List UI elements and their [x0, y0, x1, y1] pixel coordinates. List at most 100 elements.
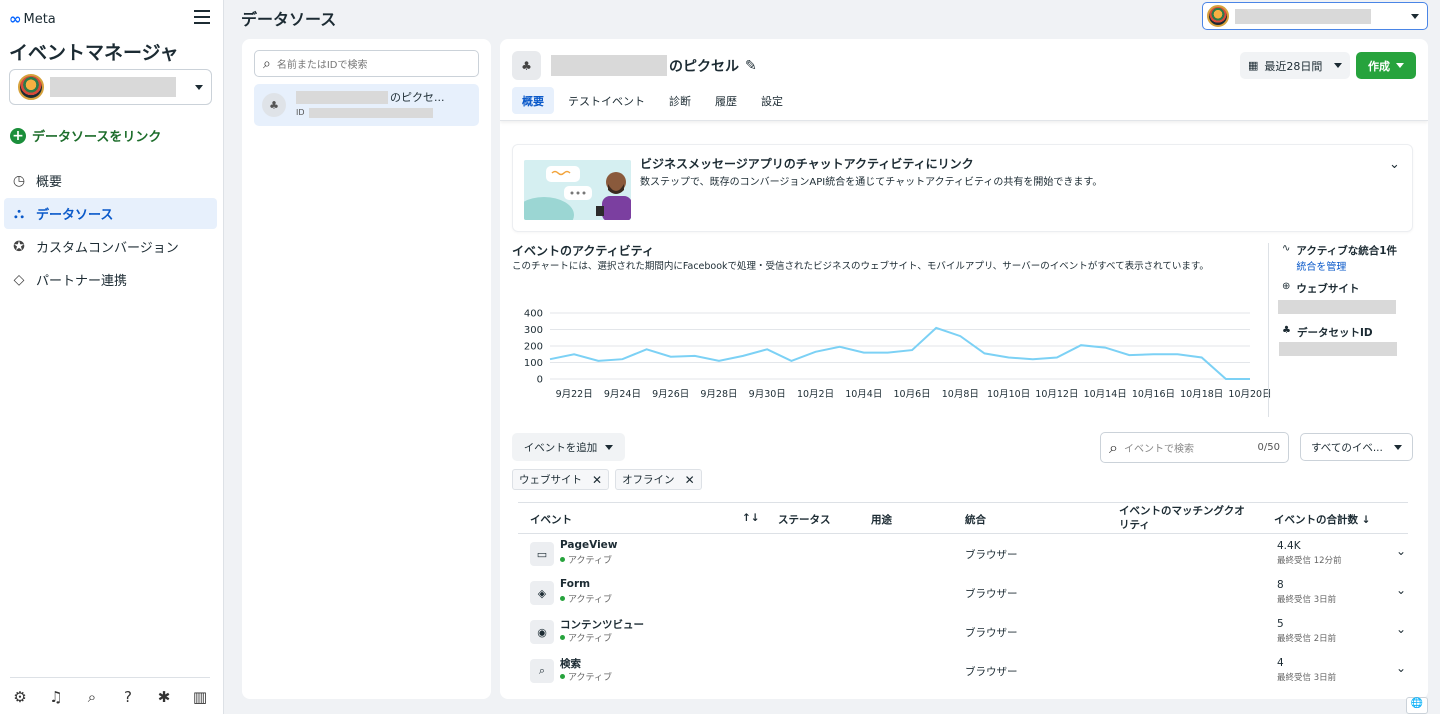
y-tick-label: 200	[524, 342, 543, 353]
event-last-received: 最終受信 12分前	[1277, 556, 1342, 566]
manage-integrations-link[interactable]: 統合を管理	[1296, 258, 1397, 273]
dataset-id-redacted	[1278, 342, 1397, 356]
event-status: アクティブ	[560, 670, 612, 683]
event-status-label: アクティブ	[568, 673, 613, 683]
close-icon[interactable]: ✕	[685, 473, 695, 487]
dataset-id-label: データセットID	[1296, 327, 1373, 339]
language-globe-icon[interactable]: 🌐	[1406, 697, 1428, 714]
tab-test-events[interactable]: テストイベント	[558, 87, 655, 114]
y-tick-label: 100	[524, 358, 543, 369]
tab-diagnostics[interactable]: 診断	[659, 87, 701, 114]
sidebar-item-label: パートナー連携	[36, 274, 128, 289]
events-table: イベント ↑↓ ステータス 用途 統合 イベントのマッチングクオリティ イベント…	[518, 502, 1408, 690]
app-title: イベントマネージャ	[9, 42, 179, 64]
y-tick-label: 300	[524, 325, 543, 336]
sidebar-item-partner[interactable]: ◇ パートナー連携	[4, 264, 217, 295]
event-status: アクティブ	[560, 631, 612, 644]
event-last-received: 最終受信 2日前	[1277, 634, 1337, 644]
sidebar-item-overview[interactable]: ◷ 概要	[4, 165, 217, 196]
tab-history[interactable]: 履歴	[705, 87, 747, 114]
pulse-icon: ∿	[1282, 243, 1291, 254]
sidebar-bottom-toolbar: ⚙ ♫ ⌕ ? ✱ ▥	[10, 677, 210, 706]
gear-icon[interactable]: ⚙	[10, 688, 30, 706]
all-events-dropdown[interactable]: すべてのイベ...	[1300, 433, 1413, 461]
close-icon[interactable]: ✕	[592, 473, 602, 487]
x-tick-label: 10月10日	[987, 389, 1030, 399]
promo-title: ビジネスメッセージアプリのチャットアクティビティにリンク	[640, 157, 974, 171]
table-row[interactable]: ▭ PageView アクティブ ブラウザー 4.4K 最終受信 12分前 ⌄	[518, 534, 1408, 573]
chevron-down-icon[interactable]: ⌄	[1396, 544, 1406, 558]
calendar-icon: ▦	[1248, 59, 1259, 72]
add-event-button[interactable]: イベントを追加	[512, 433, 625, 461]
col-total[interactable]: イベントの合計数 ↓	[1274, 512, 1370, 527]
col-integration[interactable]: 統合	[965, 512, 986, 527]
help-icon[interactable]: ?	[118, 688, 138, 706]
event-status: アクティブ	[560, 553, 612, 566]
list-item-pixel[interactable]: ♣ のピクセ... ID	[254, 84, 479, 126]
chevron-down-icon[interactable]: ⌄	[1396, 622, 1406, 636]
sidebar-item-datasource[interactable]: ⛬ データソース	[4, 198, 217, 229]
bell-icon[interactable]: ♫	[46, 688, 66, 706]
event-search-placeholder: イベントで検索	[1123, 444, 1194, 455]
sort-icon[interactable]: ↑↓	[742, 512, 760, 524]
x-tick-label: 10月16日	[1132, 389, 1175, 399]
pixel-icon: ♣	[262, 93, 286, 117]
create-button[interactable]: 作成	[1356, 52, 1416, 79]
sidebar-nav: ◷ 概要 ⛬ データソース ✪ カスタムコンバージョン ◇ パートナー連携	[4, 165, 217, 297]
x-tick-label: 9月22日	[556, 389, 593, 399]
add-event-label: イベントを追加	[523, 441, 598, 454]
account-selector[interactable]	[9, 69, 212, 105]
sidebar-item-custom-conversion[interactable]: ✪ カスタムコンバージョン	[4, 231, 217, 262]
event-name: PageView	[560, 539, 618, 551]
pixel-title-suffix: のピクセル	[669, 58, 739, 75]
chevron-down-icon[interactable]: ⌄	[1396, 661, 1406, 675]
meta-logo-text: Meta	[23, 11, 56, 27]
chevron-down-icon	[605, 444, 614, 450]
bug-icon[interactable]: ✱	[154, 688, 174, 706]
meta-logo[interactable]: ∞ Meta	[9, 10, 56, 28]
chevron-down-icon	[1411, 13, 1419, 19]
tab-settings[interactable]: 設定	[751, 87, 793, 114]
col-event[interactable]: イベント	[530, 512, 572, 527]
date-range-button[interactable]: ▦ 最近28日間	[1240, 52, 1350, 79]
event-name: Form	[560, 578, 591, 590]
event-integration: ブラウザー	[965, 549, 1018, 561]
event-status-label: アクティブ	[568, 634, 613, 644]
search-placeholder: 名前またはIDで検索	[276, 60, 368, 71]
event-total: 4.4K	[1277, 540, 1301, 552]
x-tick-label: 10月6日	[893, 389, 930, 399]
table-row[interactable]: ◈ Form アクティブ ブラウザー 8 最終受信 3日前 ⌄	[518, 573, 1408, 612]
chevron-down-icon[interactable]: ⌄	[1389, 157, 1400, 172]
account-avatar	[1207, 5, 1229, 27]
y-tick-label: 0	[537, 375, 543, 386]
account-name-redacted	[50, 77, 176, 97]
pixel-name-redacted	[296, 91, 388, 104]
x-tick-label: 10月12日	[1035, 389, 1078, 399]
search-icon: ⌕	[530, 659, 554, 683]
search-icon: ⌕	[1109, 437, 1118, 457]
top-account-selector[interactable]	[1202, 2, 1428, 30]
pencil-icon[interactable]: ✎	[745, 58, 757, 74]
event-name: 検索	[560, 658, 581, 670]
col-match-quality[interactable]: イベントのマッチングクオリティ	[1119, 504, 1249, 532]
event-search-input[interactable]: ⌕ イベントで検索 0/50	[1100, 432, 1289, 463]
table-row[interactable]: ◉ コンテンツビュー アクティブ ブラウザー 5 最終受信 2日前 ⌄	[518, 612, 1408, 651]
sidebar-item-label: データソース	[36, 208, 114, 223]
search-icon[interactable]: ⌕	[82, 688, 102, 706]
tab-bar: 概要 テストイベント 診断 履歴 設定	[512, 87, 793, 114]
menu-icon[interactable]	[194, 10, 210, 26]
table-row[interactable]: ⌕ 検索 アクティブ ブラウザー 4 最終受信 3日前 ⌄	[518, 651, 1408, 690]
link-datasource-button[interactable]: + データソースをリンク	[10, 126, 161, 145]
event-status-label: アクティブ	[568, 595, 613, 605]
activity-description: このチャートには、選択された期間内にFacebookで処理・受信されたビジネスの…	[512, 261, 1209, 272]
active-integrations-label: アクティブな統合1件	[1296, 245, 1398, 257]
tab-overview[interactable]: 概要	[512, 87, 554, 114]
filter-chip-offline: オフライン ✕	[615, 469, 702, 490]
table-header: イベント ↑↓ ステータス 用途 統合 イベントのマッチングクオリティ イベント…	[518, 502, 1408, 534]
chevron-down-icon[interactable]: ⌄	[1396, 583, 1406, 597]
datasource-search-input[interactable]: ⌕ 名前またはIDで検索	[254, 50, 479, 77]
panel-icon[interactable]: ▥	[190, 688, 210, 706]
col-status[interactable]: ステータス	[778, 512, 831, 527]
pixel-name-suffix: のピクセ...	[390, 91, 445, 104]
col-usage[interactable]: 用途	[871, 512, 892, 527]
